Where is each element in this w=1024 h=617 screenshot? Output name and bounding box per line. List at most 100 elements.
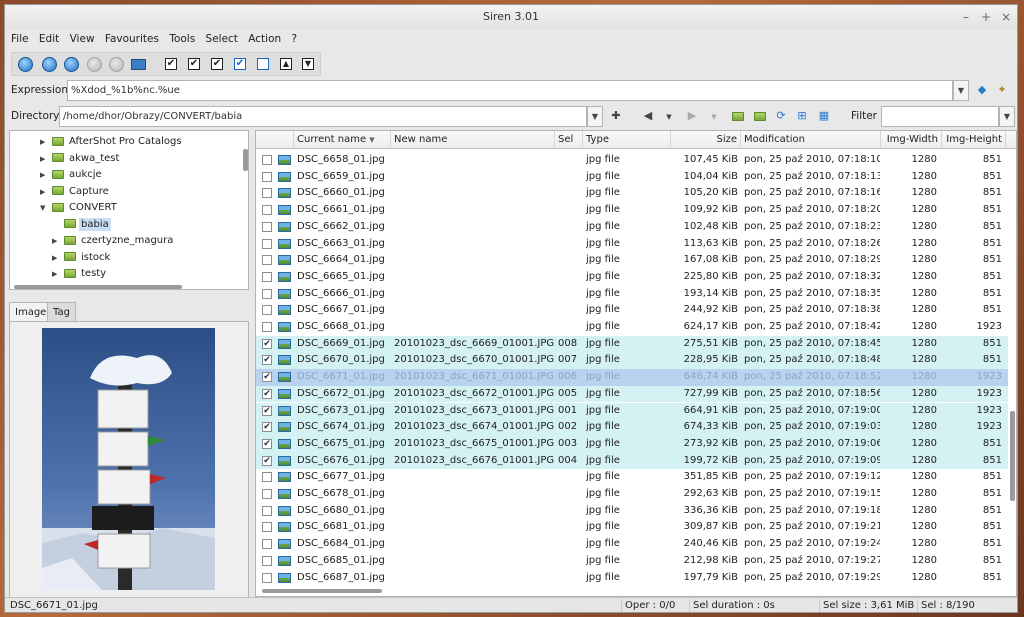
row-checkbox[interactable] (262, 505, 272, 516)
table-row[interactable]: ✔ DSC_6673_01.jpg 20101023_dsc_6673_01001.… (256, 402, 1008, 420)
tree-vertical-scrollbar[interactable] (243, 149, 248, 171)
table-row[interactable]: DSC_6658_01.jpg jpg file 107,45 KiB pon, 25… (256, 152, 1008, 169)
move-down-icon[interactable]: ▼ (302, 58, 314, 70)
select-all-icon[interactable]: ✔ (165, 58, 177, 70)
row-checkbox[interactable]: ✔ (262, 338, 272, 349)
tree-item[interactable]: ▶ AfterShot Pro Catalogs (40, 134, 184, 150)
layout-icon[interactable]: ▦ (817, 109, 831, 123)
row-checkbox[interactable] (262, 555, 272, 566)
table-row[interactable]: DSC_6678_01.jpg jpg file 292,63 KiB pon, 25… (256, 486, 1008, 503)
filter-input[interactable] (881, 106, 999, 127)
deselect-all-icon[interactable] (257, 58, 269, 70)
refresh-icon[interactable] (64, 57, 79, 72)
redo-icon[interactable] (109, 57, 124, 72)
expression-input[interactable]: %Xdod_%1b%nc.%ue (67, 80, 953, 101)
table-row[interactable]: DSC_6662_01.jpg jpg file 102,48 KiB pon, 25… (256, 219, 1008, 236)
table-row[interactable]: DSC_6665_01.jpg jpg file 225,80 KiB pon, 25… (256, 269, 1008, 286)
tree-item[interactable]: ▶ aukcje (40, 167, 104, 183)
table-row[interactable]: ✔ DSC_6674_01.jpg 20101023_dsc_6674_01001.… (256, 419, 1008, 436)
wand-icon[interactable]: ✦ (995, 83, 1009, 97)
tree-item[interactable]: ▼ CONVERT (40, 200, 119, 216)
chevron-right-icon[interactable]: ▶ (52, 233, 64, 249)
table-row[interactable]: DSC_6663_01.jpg jpg file 113,63 KiB pon, 25… (256, 236, 1008, 253)
tree-item[interactable]: ▶ czertyzne_magura (52, 233, 175, 249)
row-checkbox[interactable] (262, 271, 272, 282)
table-row[interactable]: ✔ DSC_6669_01.jpg 20101023_dsc_6669_01001.… (256, 335, 1008, 353)
table-row[interactable]: DSC_6660_01.jpg jpg file 105,20 KiB pon, 25… (256, 185, 1008, 202)
back-icon[interactable]: ◀ (641, 109, 655, 123)
header-modification[interactable]: Modification (741, 131, 881, 149)
tree-item[interactable]: ▶ testy (52, 266, 108, 282)
row-checkbox[interactable] (262, 472, 272, 483)
table-row[interactable]: DSC_6680_01.jpg jpg file 336,36 KiB pon, 25… (256, 503, 1008, 520)
invert-selection-icon[interactable]: ✔ (188, 58, 200, 70)
tab-image[interactable]: Image (9, 302, 53, 322)
folder-icon[interactable] (731, 109, 745, 123)
table-row[interactable]: DSC_6681_01.jpg jpg file 309,87 KiB pon, 25… (256, 519, 1008, 536)
table-row[interactable]: ✔ DSC_6672_01.jpg 20101023_dsc_6672_01001.… (256, 385, 1008, 403)
header-img-height[interactable]: Img-Height (942, 131, 1006, 149)
open-folder-icon[interactable] (753, 109, 767, 123)
tree-icon[interactable]: ⊞ (795, 109, 809, 123)
add-favourite-icon[interactable]: ✚ (609, 109, 623, 123)
chevron-right-icon[interactable]: ▶ (52, 250, 64, 266)
row-checkbox[interactable] (262, 221, 272, 232)
tree-horizontal-scrollbar[interactable] (14, 285, 182, 289)
menu-view[interactable]: View (70, 33, 95, 45)
menu-help[interactable]: ? (292, 33, 298, 45)
close-button[interactable]: × (997, 5, 1015, 29)
row-checkbox[interactable]: ✔ (262, 438, 272, 449)
table-row[interactable]: ✔ DSC_6670_01.jpg 20101023_dsc_6670_01001.… (256, 352, 1008, 370)
table-row[interactable]: DSC_6666_01.jpg jpg file 193,14 KiB pon, 25… (256, 286, 1008, 303)
table-row[interactable]: DSC_6687_01.jpg jpg file 197,79 KiB pon, 25… (256, 570, 1008, 587)
table-row[interactable]: DSC_6685_01.jpg jpg file 212,98 KiB pon, 25… (256, 553, 1008, 570)
table-vertical-scrollbar[interactable] (1010, 411, 1015, 501)
table-row[interactable]: ✔ DSC_6676_01.jpg 20101023_dsc_6676_01001.… (256, 452, 1008, 470)
move-up-icon[interactable]: ▲ (280, 58, 292, 70)
tree-item[interactable]: ▶ Capture (40, 184, 111, 200)
play-icon[interactable] (18, 57, 33, 72)
row-checkbox[interactable] (262, 188, 272, 199)
row-checkbox[interactable] (262, 255, 272, 266)
menu-edit[interactable]: Edit (39, 33, 59, 45)
table-row[interactable]: DSC_6664_01.jpg jpg file 167,08 KiB pon, 25… (256, 252, 1008, 269)
table-horizontal-scrollbar[interactable] (262, 589, 382, 593)
chevron-right-icon[interactable]: ▶ (40, 167, 52, 183)
row-checkbox[interactable] (262, 288, 272, 299)
forward-history-icon[interactable]: ▼ (707, 110, 721, 124)
chevron-right-icon[interactable]: ▶ (40, 134, 52, 150)
row-checkbox[interactable]: ✔ (262, 405, 272, 416)
row-checkbox[interactable] (262, 539, 272, 550)
row-checkbox[interactable]: ✔ (262, 422, 272, 433)
row-checkbox[interactable]: ✔ (262, 455, 272, 466)
table-row[interactable]: DSC_6667_01.jpg jpg file 244,92 KiB pon, 25… (256, 302, 1008, 319)
select-checked-icon[interactable]: ✔ (234, 58, 246, 70)
tree-item[interactable]: ▶ istock (52, 250, 112, 266)
tab-tag[interactable]: Tag (47, 302, 76, 322)
row-checkbox[interactable] (262, 322, 272, 332)
chevron-right-icon[interactable]: ▶ (40, 151, 52, 167)
sync-icon[interactable]: ⟳ (774, 109, 788, 123)
table-row[interactable]: DSC_6677_01.jpg jpg file 351,85 KiB pon, 25… (256, 469, 1008, 486)
header-type[interactable]: Type (583, 131, 671, 149)
menu-action[interactable]: Action (248, 33, 281, 45)
back-history-icon[interactable]: ▼ (662, 110, 676, 124)
row-checkbox[interactable] (262, 155, 272, 165)
tag-icon[interactable]: ◆ (975, 83, 989, 97)
maximize-button[interactable]: + (977, 5, 995, 29)
tree-item[interactable]: ▶ akwa_test (40, 151, 121, 167)
directory-dropdown[interactable]: ▼ (587, 106, 603, 127)
row-checkbox[interactable] (262, 522, 272, 533)
select-filtered-icon[interactable]: ✔ (211, 58, 223, 70)
row-checkbox[interactable]: ✔ (262, 372, 272, 383)
forward-icon[interactable]: ▶ (685, 109, 699, 123)
menu-file[interactable]: File (11, 33, 29, 45)
menu-select[interactable]: Select (206, 33, 238, 45)
row-checkbox[interactable]: ✔ (262, 388, 272, 399)
table-row[interactable]: DSC_6659_01.jpg jpg file 104,04 KiB pon, 25… (256, 169, 1008, 186)
tree-item[interactable]: babia (52, 217, 111, 233)
minimize-button[interactable]: – (957, 5, 975, 29)
expression-dropdown[interactable]: ▼ (953, 80, 969, 101)
settings-icon[interactable] (42, 57, 57, 72)
directory-input[interactable]: /home/dhor/Obrazy/CONVERT/babia (59, 106, 587, 127)
